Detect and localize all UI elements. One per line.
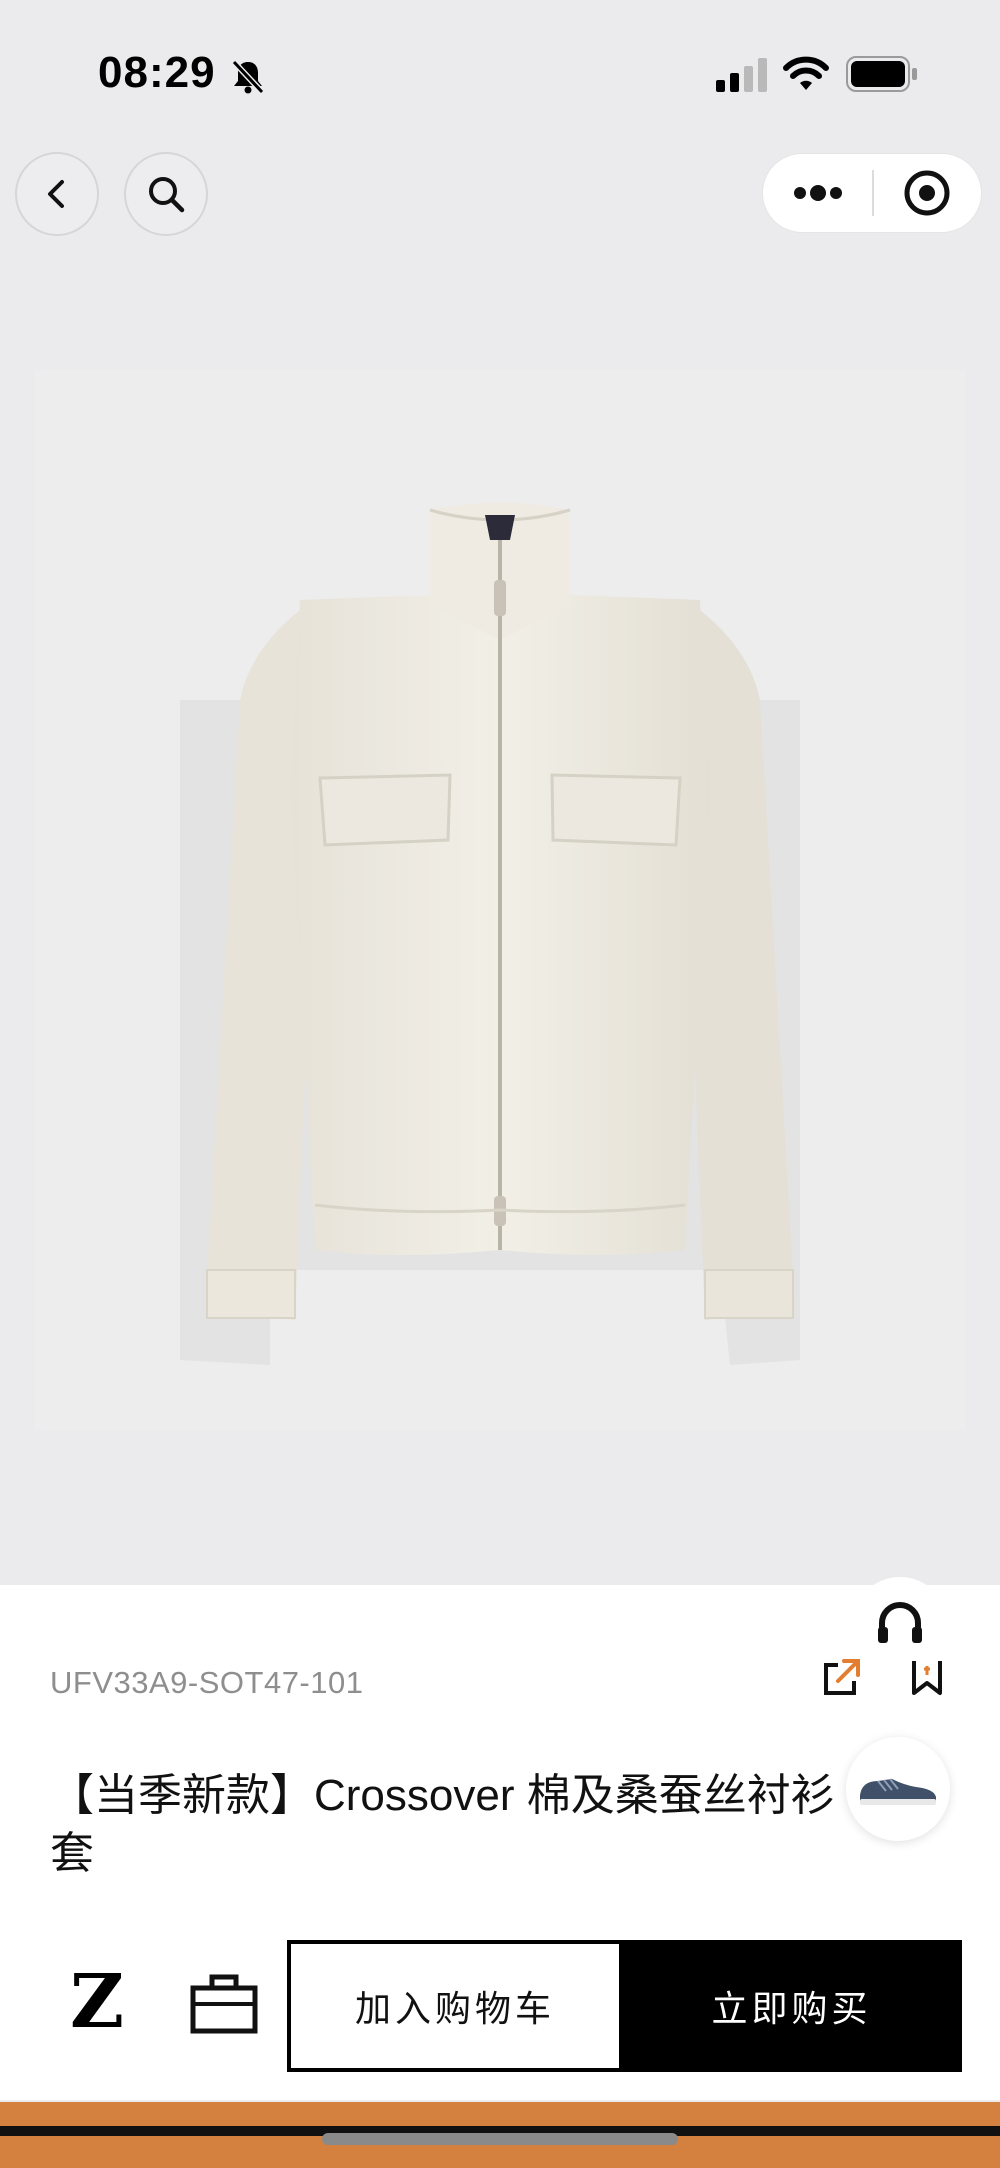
buy-now-button[interactable]: 立即购买 [621, 1940, 962, 2072]
share-icon[interactable] [820, 1655, 862, 1697]
status-time: 08:29 [98, 48, 216, 97]
brand-logo-button[interactable]: Z [70, 1965, 130, 2039]
battery-icon [846, 56, 917, 92]
cellular-signal-icon [716, 58, 767, 92]
sneaker-image [860, 1778, 936, 1805]
more-button[interactable] [763, 154, 872, 232]
product-sku: UFV33A9-SOT47-101 [50, 1665, 364, 1700]
bell-slash-icon [231, 59, 265, 95]
bookmark-icon[interactable] [906, 1655, 948, 1697]
briefcase-icon[interactable] [190, 1972, 258, 2034]
close-target-icon [904, 170, 950, 216]
home-indicator[interactable] [322, 2133, 678, 2145]
close-miniprogram-button[interactable] [874, 154, 981, 232]
search-button[interactable] [124, 152, 208, 236]
recommended-product-thumbnail[interactable] [846, 1737, 950, 1841]
product-image-carousel[interactable] [0, 370, 1000, 1872]
search-icon [149, 177, 185, 213]
product-title-line-2: 套 [50, 1829, 94, 1878]
miniprogram-capsule [762, 153, 982, 233]
more-dots-icon [793, 185, 842, 201]
product-photo [180, 502, 800, 1365]
back-button[interactable] [15, 152, 99, 236]
wifi-icon [783, 56, 829, 90]
add-to-cart-button[interactable]: 加入购物车 [287, 1940, 623, 2072]
chevron-left-icon [48, 180, 64, 208]
product-title-line-1: 【当季新款】Crossover 棉及桑蚕丝衬衫 [50, 1771, 835, 1820]
headset-icon [878, 1602, 922, 1643]
product-title: 【当季新款】Crossover 棉及桑蚕丝衬衫 套 [50, 1767, 950, 1883]
